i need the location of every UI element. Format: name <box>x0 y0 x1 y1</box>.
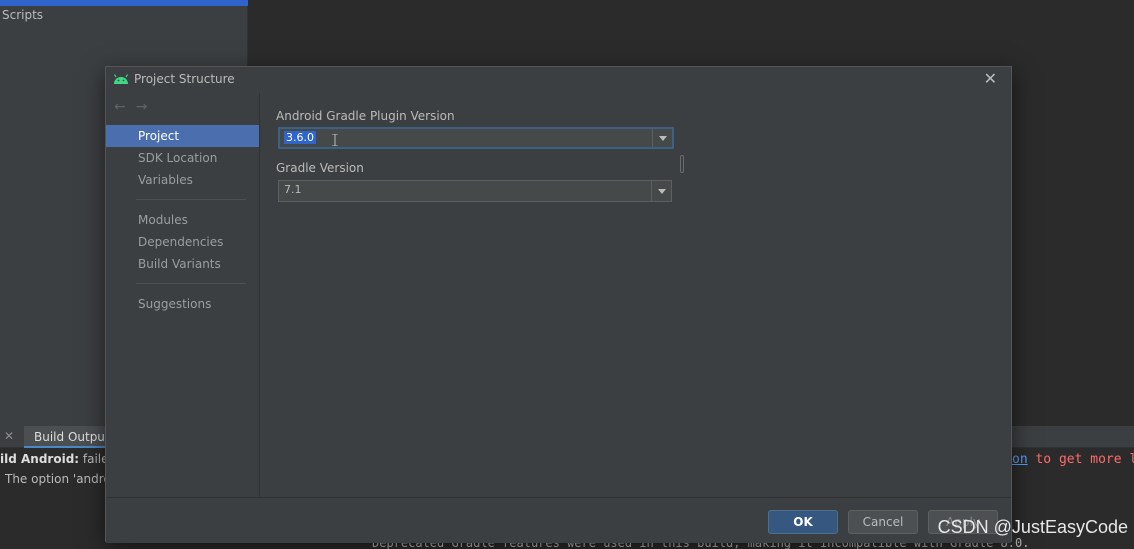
sidebar-separator <box>136 283 246 284</box>
agp-version-value[interactable]: 3.6.0 <box>284 131 316 144</box>
forward-arrow-icon[interactable]: → <box>136 99 158 115</box>
project-structure-dialog: Project Structure ✕ ←→ Project SDK Locat… <box>105 66 1012 543</box>
ok-button[interactable]: OK <box>768 510 838 534</box>
sidebar-item-sdk-location[interactable]: SDK Location <box>106 147 259 169</box>
android-icon <box>113 74 129 84</box>
console-error-line: on to get more l <box>1012 452 1134 467</box>
console-error-text: to get more l <box>1027 452 1134 467</box>
project-tree-item-scripts[interactable]: Scripts <box>2 8 43 22</box>
nav-arrows: ←→ <box>114 99 157 115</box>
sidebar-separator <box>136 199 246 200</box>
sidebar-item-modules[interactable]: Modules <box>106 209 259 231</box>
watermark-text: CSDN @JustEasyCode <box>937 517 1128 537</box>
build-tree-line-bold: ild Android: <box>0 452 80 466</box>
chevron-down-icon[interactable] <box>651 181 671 201</box>
gradle-version-combobox[interactable]: 7.1 <box>278 180 672 202</box>
back-arrow-icon[interactable]: ← <box>114 99 136 115</box>
sidebar-item-variables[interactable]: Variables <box>106 169 259 191</box>
text-cursor-icon <box>332 134 338 146</box>
chevron-down-icon[interactable] <box>652 129 672 147</box>
dialog-titlebar[interactable]: Project Structure ✕ <box>106 67 1011 93</box>
project-tree-selected-row[interactable] <box>0 0 248 6</box>
gradle-version-label: Gradle Version <box>276 161 364 175</box>
cancel-button[interactable]: Cancel <box>848 510 918 534</box>
sidebar-item-dependencies[interactable]: Dependencies <box>106 231 259 253</box>
build-tree-line[interactable]: ild Android: failec <box>0 452 115 466</box>
build-tree-line-option[interactable]: The option 'andro <box>5 472 111 486</box>
dialog-title: Project Structure <box>134 72 235 86</box>
agp-version-label: Android Gradle Plugin Version <box>276 109 455 123</box>
close-icon[interactable]: ✕ <box>984 69 997 88</box>
project-settings-panel: Android Gradle Plugin Version 3.6.0 Grad… <box>259 93 1011 497</box>
sidebar: ←→ Project SDK Location Variables Module… <box>106 93 259 497</box>
sidebar-item-suggestions[interactable]: Suggestions <box>106 293 259 315</box>
console-link[interactable]: on <box>1012 452 1028 467</box>
resize-handle <box>680 155 684 173</box>
sidebar-item-build-variants[interactable]: Build Variants <box>106 253 259 275</box>
agp-version-combobox[interactable]: 3.6.0 <box>278 127 674 149</box>
close-icon[interactable]: ✕ <box>4 429 14 443</box>
sidebar-item-project[interactable]: Project <box>106 125 259 147</box>
gradle-version-value[interactable]: 7.1 <box>284 183 302 196</box>
dialog-footer: OK Cancel Apply <box>106 497 1011 543</box>
